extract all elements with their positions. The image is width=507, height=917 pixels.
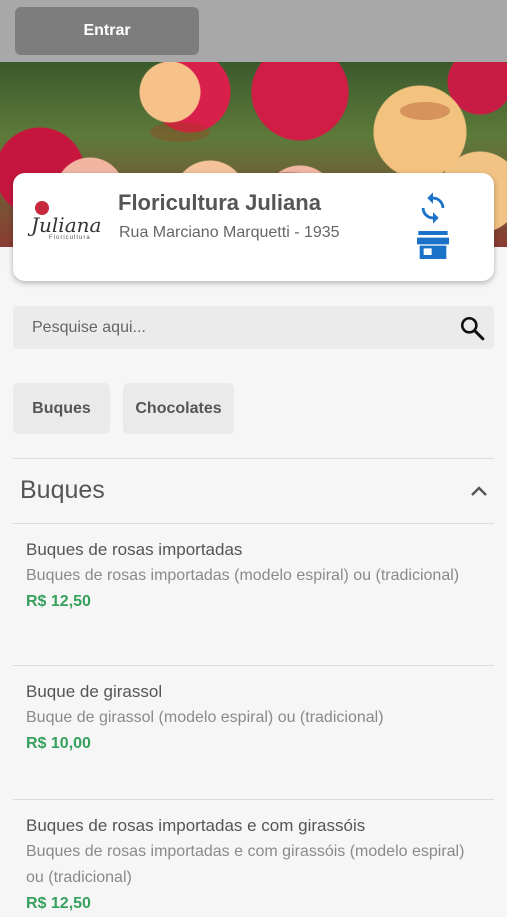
list-item[interactable]: Buques de rosas importadas Buques de ros… bbox=[26, 537, 486, 615]
list-item[interactable]: Buque de girassol Buque de girassol (mod… bbox=[26, 679, 486, 757]
item-name: Buques de rosas importadas e com girassó… bbox=[26, 816, 366, 835]
item-description: Buques de rosas importadas e com girassó… bbox=[26, 843, 465, 886]
refresh-icon[interactable] bbox=[416, 191, 450, 225]
divider bbox=[13, 665, 494, 666]
divider bbox=[13, 458, 494, 459]
store-name: Floricultura Juliana bbox=[118, 190, 321, 215]
item-price: R$ 10,00 bbox=[26, 735, 91, 752]
store-address: Rua Marciano Marquetti - 1935 bbox=[119, 224, 340, 241]
list-item[interactable]: Buques de rosas importadas e com girassó… bbox=[26, 813, 486, 917]
category-chip-buques[interactable]: Buques bbox=[13, 383, 110, 434]
chevron-up-icon[interactable] bbox=[470, 484, 488, 498]
store-logo: Juliana Floricultura bbox=[21, 199, 101, 245]
item-price: R$ 12,50 bbox=[26, 593, 91, 610]
top-bar: Entrar bbox=[0, 0, 507, 62]
store-icon[interactable] bbox=[417, 231, 449, 259]
divider bbox=[13, 799, 494, 800]
item-name: Buques de rosas importadas bbox=[26, 540, 243, 559]
item-description: Buques de rosas importadas (modelo espir… bbox=[26, 567, 460, 584]
item-name: Buque de girassol bbox=[26, 682, 163, 701]
search-icon[interactable] bbox=[459, 315, 485, 341]
logo-script: Juliana bbox=[31, 213, 102, 237]
search-bar bbox=[13, 306, 494, 349]
category-chip-chocolates[interactable]: Chocolates bbox=[123, 383, 234, 434]
logo-subtitle: Floricultura bbox=[49, 235, 91, 241]
search-input[interactable] bbox=[13, 306, 453, 349]
login-button[interactable]: Entrar bbox=[15, 7, 199, 55]
store-card: Juliana Floricultura Floricultura Julian… bbox=[13, 173, 494, 281]
divider bbox=[13, 523, 494, 524]
item-description: Buque de girassol (modelo espiral) ou (t… bbox=[26, 709, 384, 726]
item-price: R$ 12,50 bbox=[26, 895, 91, 912]
section-title: Buques bbox=[20, 476, 105, 504]
